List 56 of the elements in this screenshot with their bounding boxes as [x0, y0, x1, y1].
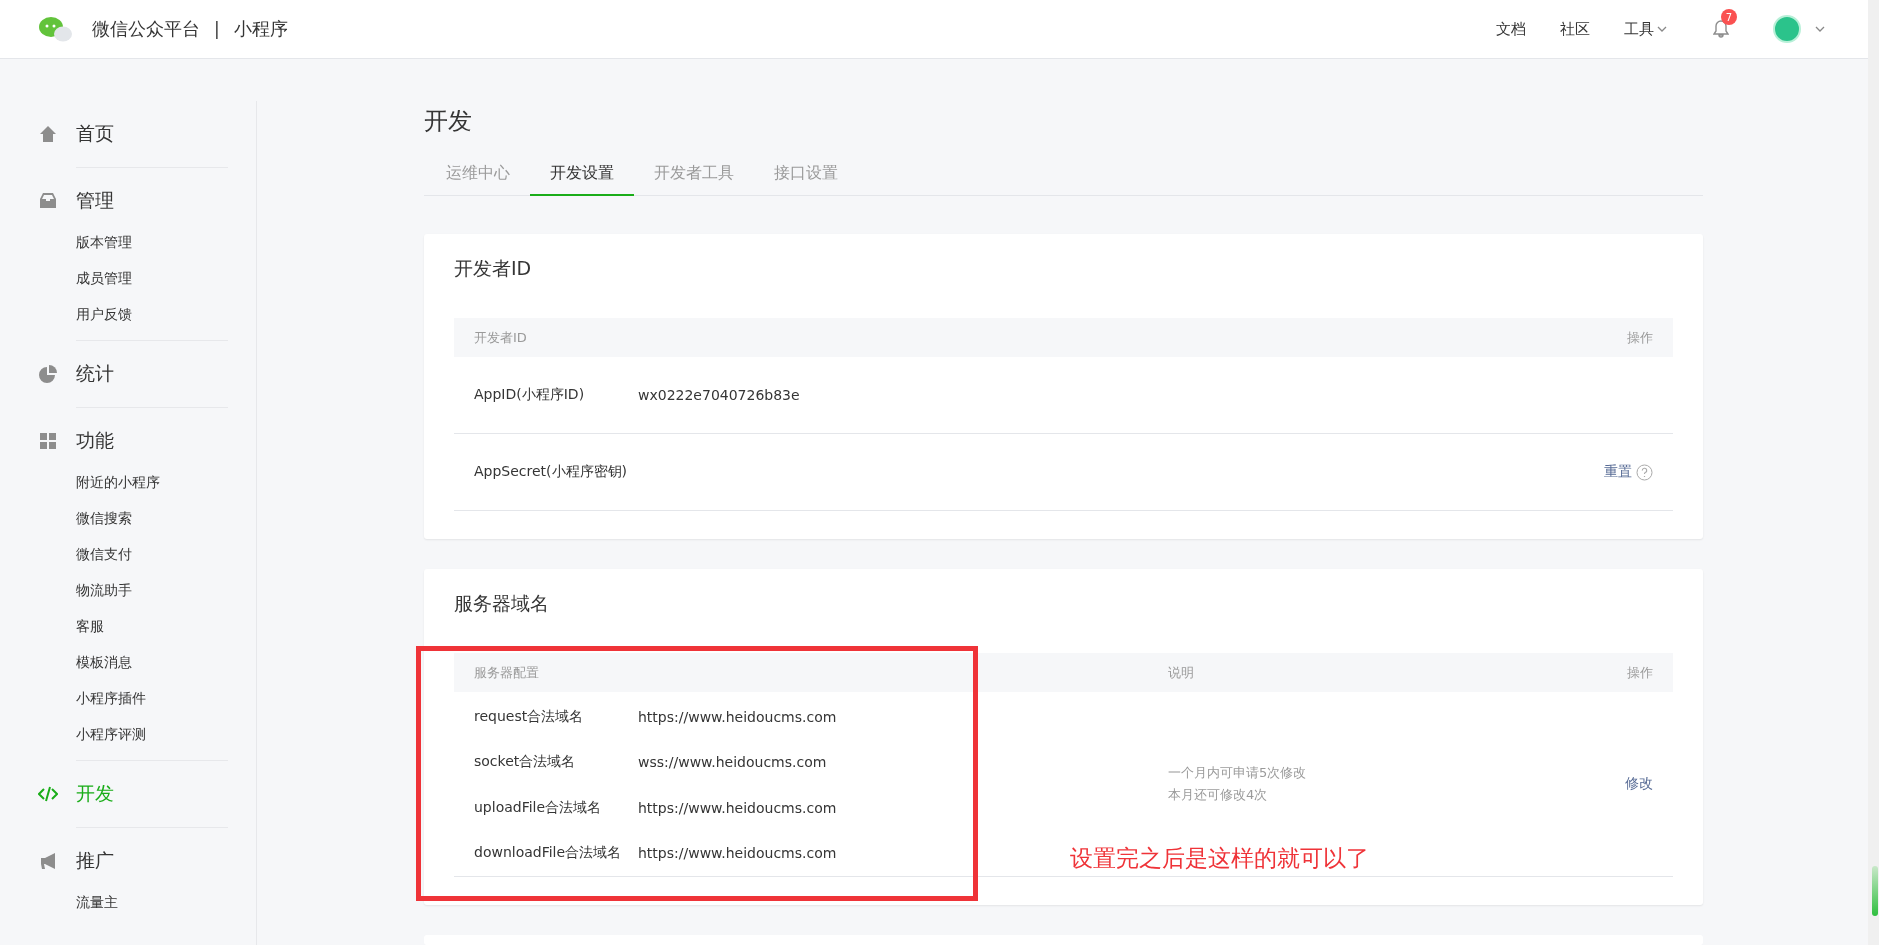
platform-subtitle: 小程序 — [233, 17, 288, 41]
home-icon — [38, 124, 58, 144]
column-header: 服务器配置 — [474, 663, 540, 682]
column-header: 说明 — [1168, 663, 1195, 682]
title-separator: | — [214, 19, 220, 39]
tab[interactable]: 开发设置 — [530, 151, 634, 196]
card-title: 服务器域名 — [454, 591, 550, 616]
sidebar-subitem[interactable]: 微信搜索 — [76, 500, 228, 536]
field-value: https://www.heidoucms.com — [638, 845, 837, 862]
field-label: uploadFile合法域名 — [474, 798, 603, 817]
column-header: 开发者ID — [474, 328, 528, 347]
sidebar-subitem[interactable]: 微信支付 — [76, 536, 228, 572]
chat-bubbles-logo-icon — [38, 16, 74, 42]
field-label: AppSecret(小程序密钥) — [474, 463, 629, 481]
reset-link[interactable]: 重置 — [1604, 463, 1632, 481]
field-value: wx0222e7040726b83e — [638, 387, 800, 403]
avatar[interactable] — [1773, 15, 1801, 43]
header-nav-link[interactable]: 社区 — [1560, 19, 1590, 39]
scrollbar-thumb[interactable] — [1872, 866, 1878, 916]
sidebar-subitem[interactable]: 客服 — [76, 608, 228, 644]
field-label: downloadFile合法域名 — [474, 844, 623, 863]
column-header: 操作 — [1626, 328, 1653, 347]
field-label: socket合法域名 — [474, 753, 577, 772]
annotation-text: 设置完之后是这样的就可以了 — [1070, 844, 1369, 873]
sidebar-subitem[interactable]: 成员管理 — [76, 260, 228, 296]
megaphone-icon — [38, 851, 58, 871]
code-icon — [38, 784, 58, 804]
note-text: 本月还可修改4次 — [1168, 786, 1269, 804]
page-title: 开发 — [424, 106, 473, 137]
sidebar-subitem[interactable]: 用户反馈 — [76, 296, 228, 332]
header-nav-link[interactable]: 文档 — [1496, 19, 1526, 39]
chevron-down-icon — [1657, 26, 1667, 32]
inbox-icon — [38, 191, 58, 211]
column-header: 操作 — [1626, 663, 1653, 682]
help-icon[interactable] — [1636, 463, 1653, 481]
field-value: https://www.heidoucms.com — [638, 799, 837, 816]
sidebar-subitem[interactable]: 模板消息 — [76, 644, 228, 680]
card-title: 开发者ID — [454, 256, 533, 281]
header-nav-link[interactable]: 工具 — [1624, 19, 1667, 39]
field-value: https://www.heidoucms.com — [638, 708, 837, 725]
modify-link[interactable]: 修改 — [1625, 775, 1653, 793]
scrollbar[interactable] — [1868, 0, 1879, 945]
pie-chart-icon — [38, 364, 58, 384]
notification-badge: 7 — [1721, 9, 1737, 25]
field-label: AppID(小程序ID) — [474, 386, 586, 404]
field-label: request合法域名 — [474, 707, 585, 726]
sidebar-item[interactable]: 统计 — [38, 341, 228, 407]
sidebar-subitem[interactable]: 小程序评测 — [76, 716, 228, 752]
platform-title: 微信公众平台 — [92, 17, 200, 41]
sidebar-subitem[interactable]: 小程序插件 — [76, 680, 228, 716]
grid-icon — [38, 431, 58, 451]
sidebar-item[interactable]: 首页 — [38, 101, 228, 167]
field-value: wss://www.heidoucms.com — [638, 754, 827, 771]
sidebar-subitem[interactable]: 物流助手 — [76, 572, 228, 608]
bell-icon[interactable] — [1713, 20, 1729, 38]
chevron-down-icon — [1815, 26, 1825, 32]
